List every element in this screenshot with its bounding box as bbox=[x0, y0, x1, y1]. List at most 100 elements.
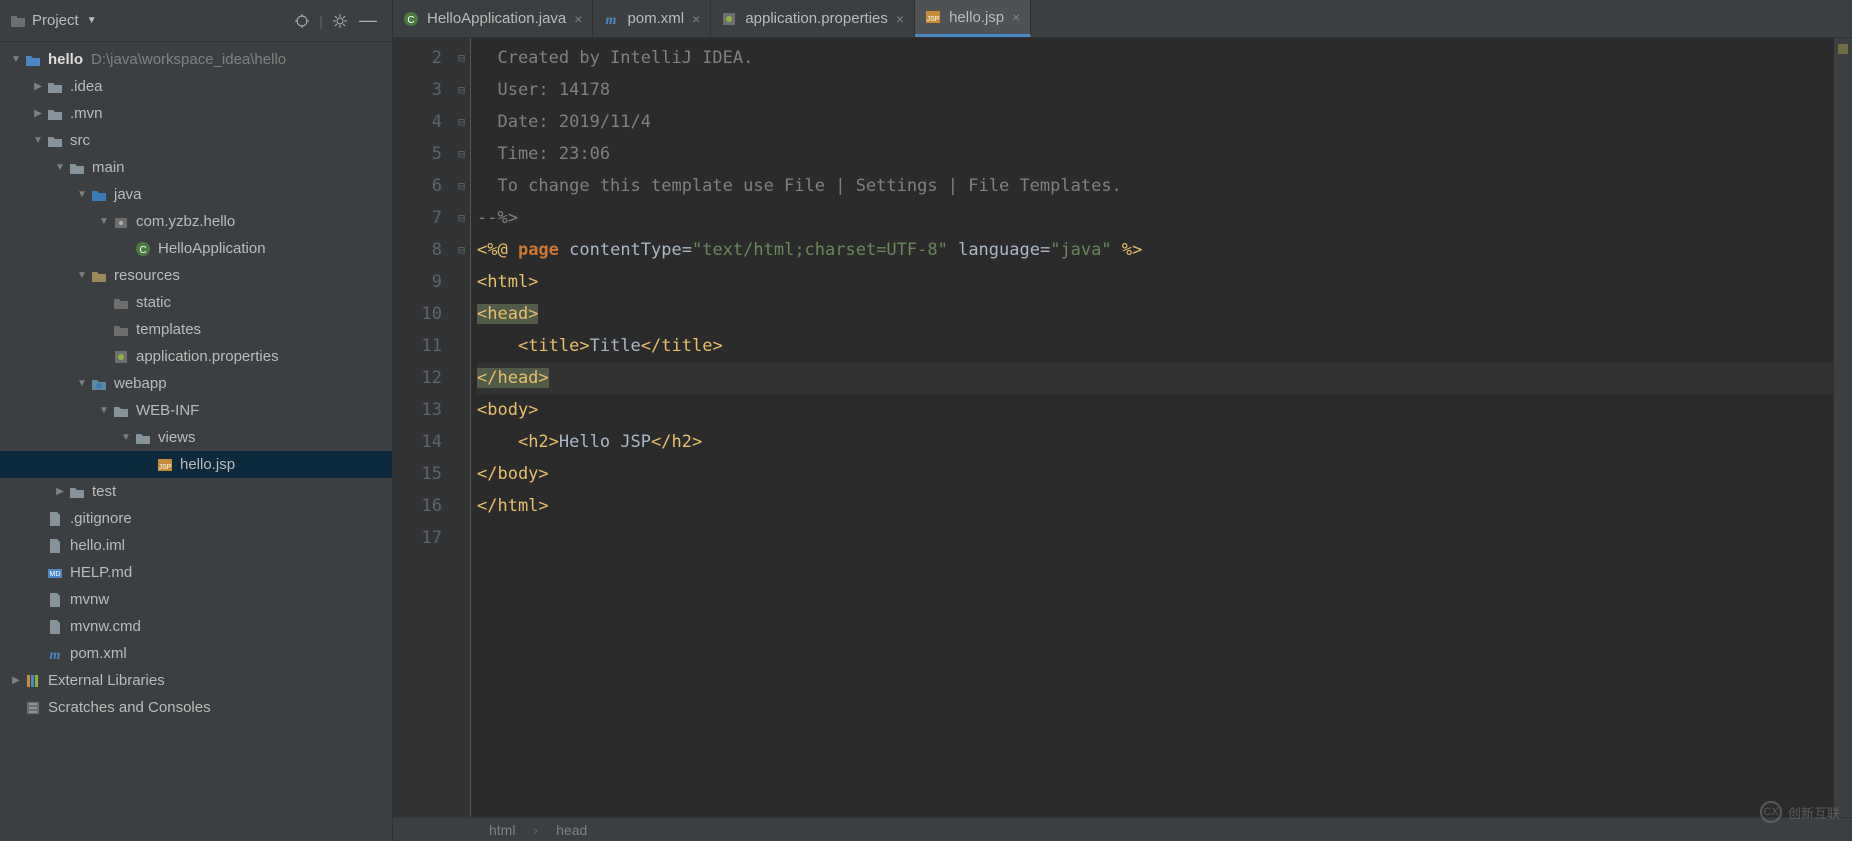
tree-item--gitignore[interactable]: .gitignore bbox=[0, 505, 392, 532]
tree-item-external-libraries[interactable]: ▶External Libraries bbox=[0, 667, 392, 694]
tree-item--mvn[interactable]: ▶.mvn bbox=[0, 100, 392, 127]
code-line[interactable]: </html> bbox=[477, 490, 1834, 522]
fold-mark[interactable]: ⊟ bbox=[453, 138, 470, 170]
line-number[interactable]: 8 bbox=[393, 234, 442, 266]
error-stripe[interactable] bbox=[1834, 38, 1852, 817]
tree-item-application-properties[interactable]: application.properties bbox=[0, 343, 392, 370]
fold-mark[interactable]: ⊟ bbox=[453, 74, 470, 106]
fold-mark[interactable]: ⊟ bbox=[453, 42, 470, 74]
line-number[interactable]: 17 bbox=[393, 522, 442, 554]
tree-item-web-inf[interactable]: ▼WEB-INF bbox=[0, 397, 392, 424]
settings-button[interactable] bbox=[326, 7, 354, 35]
tab-hello-jsp[interactable]: JSPhello.jsp× bbox=[915, 0, 1031, 37]
tree-item-pom-xml[interactable]: mpom.xml bbox=[0, 640, 392, 667]
code-line[interactable]: User: 14178 bbox=[477, 74, 1834, 106]
line-number[interactable]: 5 bbox=[393, 138, 442, 170]
tree-arrow-icon[interactable]: ▼ bbox=[118, 432, 134, 443]
breadcrumb-item[interactable]: head bbox=[556, 822, 587, 838]
line-number[interactable]: 15 bbox=[393, 458, 442, 490]
tree-item-hello-iml[interactable]: hello.iml bbox=[0, 532, 392, 559]
fold-mark[interactable]: ⊟ bbox=[453, 202, 470, 234]
code-line[interactable]: Created by IntelliJ IDEA. bbox=[477, 42, 1834, 74]
tree-arrow-icon[interactable]: ▼ bbox=[74, 189, 90, 200]
tab-pom-xml[interactable]: mpom.xml× bbox=[593, 0, 711, 37]
tree-arrow-icon[interactable]: ▼ bbox=[74, 270, 90, 281]
line-number[interactable]: 13 bbox=[393, 394, 442, 426]
tree-item-hello[interactable]: ▼helloD:\java\workspace_idea\hello bbox=[0, 46, 392, 73]
code-editor[interactable]: Created by IntelliJ IDEA. User: 14178 Da… bbox=[471, 38, 1834, 817]
close-icon[interactable]: × bbox=[692, 11, 700, 27]
fold-mark[interactable]: ⊟ bbox=[453, 106, 470, 138]
breadcrumb-item[interactable]: html bbox=[489, 822, 515, 838]
code-line[interactable]: Time: 23:06 bbox=[477, 138, 1834, 170]
tree-item-label: hello.iml bbox=[70, 537, 125, 554]
line-number[interactable]: 14 bbox=[393, 426, 442, 458]
tree-arrow-icon[interactable]: ▶ bbox=[30, 81, 46, 92]
line-number[interactable]: 12 bbox=[393, 362, 442, 394]
tree-item-mvnw-cmd[interactable]: mvnw.cmd bbox=[0, 613, 392, 640]
gear-icon bbox=[332, 13, 348, 29]
tree-arrow-icon[interactable]: ▼ bbox=[52, 162, 68, 173]
code-line[interactable]: --%> bbox=[477, 202, 1834, 234]
breadcrumb-bar[interactable]: html › head bbox=[393, 817, 1852, 841]
fold-mark[interactable]: ⊟ bbox=[453, 170, 470, 202]
code-line[interactable]: To change this template use File | Setti… bbox=[477, 170, 1834, 202]
close-icon[interactable]: × bbox=[574, 11, 582, 27]
line-number[interactable]: 10 bbox=[393, 298, 442, 330]
tree-arrow-icon[interactable]: ▼ bbox=[8, 54, 24, 65]
fold-mark[interactable]: ⊟ bbox=[453, 234, 470, 266]
locate-button[interactable] bbox=[288, 7, 316, 35]
line-number[interactable]: 6 bbox=[393, 170, 442, 202]
code-line[interactable]: <title>Title</title> bbox=[477, 330, 1834, 362]
project-selector[interactable]: Project ▼ bbox=[10, 12, 97, 29]
fold-column[interactable]: ⊟⊟⊟⊟⊟⊟⊟ bbox=[453, 38, 471, 817]
line-number[interactable]: 2 bbox=[393, 42, 442, 74]
line-number-gutter[interactable]: 234567891011121314151617 bbox=[393, 38, 453, 817]
tree-item-resources[interactable]: ▼resources bbox=[0, 262, 392, 289]
code-line[interactable]: <head> bbox=[477, 298, 1834, 330]
line-number[interactable]: 7 bbox=[393, 202, 442, 234]
line-number[interactable]: 3 bbox=[393, 74, 442, 106]
tree-arrow-icon[interactable]: ▼ bbox=[30, 135, 46, 146]
tree-arrow-icon[interactable]: ▼ bbox=[74, 378, 90, 389]
collapse-button[interactable]: — bbox=[354, 7, 382, 35]
tree-item-views[interactable]: ▼views bbox=[0, 424, 392, 451]
code-line[interactable]: <%@ page contentType="text/html;charset=… bbox=[477, 234, 1834, 266]
tree-item--idea[interactable]: ▶.idea bbox=[0, 73, 392, 100]
tab-helloapplication-java[interactable]: CHelloApplication.java× bbox=[393, 0, 593, 37]
tree-item-static[interactable]: static bbox=[0, 289, 392, 316]
tree-item-hello-jsp[interactable]: JSPhello.jsp bbox=[0, 451, 392, 478]
code-line[interactable]: <body> bbox=[477, 394, 1834, 426]
tree-arrow-icon[interactable]: ▶ bbox=[8, 675, 24, 686]
tree-item-webapp[interactable]: ▼webapp bbox=[0, 370, 392, 397]
tree-item-src[interactable]: ▼src bbox=[0, 127, 392, 154]
line-number[interactable]: 9 bbox=[393, 266, 442, 298]
code-line[interactable]: <h2>Hello JSP</h2> bbox=[477, 426, 1834, 458]
tree-item-java[interactable]: ▼java bbox=[0, 181, 392, 208]
close-icon[interactable]: × bbox=[896, 11, 904, 27]
tree-arrow-icon[interactable]: ▶ bbox=[30, 108, 46, 119]
line-number[interactable]: 11 bbox=[393, 330, 442, 362]
tree-item-test[interactable]: ▶test bbox=[0, 478, 392, 505]
svg-text:MD: MD bbox=[50, 571, 61, 578]
code-line[interactable]: Date: 2019/11/4 bbox=[477, 106, 1834, 138]
tree-item-help-md[interactable]: MDHELP.md bbox=[0, 559, 392, 586]
line-number[interactable]: 16 bbox=[393, 490, 442, 522]
tree-arrow-icon[interactable]: ▶ bbox=[52, 486, 68, 497]
code-line[interactable]: <html> bbox=[477, 266, 1834, 298]
close-icon[interactable]: × bbox=[1012, 9, 1020, 25]
tree-item-helloapplication[interactable]: CHelloApplication bbox=[0, 235, 392, 262]
code-line[interactable]: </head> bbox=[477, 362, 1834, 394]
code-line[interactable]: </body> bbox=[477, 458, 1834, 490]
tab-application-properties[interactable]: application.properties× bbox=[711, 0, 915, 37]
tree-item-mvnw[interactable]: mvnw bbox=[0, 586, 392, 613]
tree-item-templates[interactable]: templates bbox=[0, 316, 392, 343]
project-tree[interactable]: ▼helloD:\java\workspace_idea\hello▶.idea… bbox=[0, 42, 392, 841]
tree-arrow-icon[interactable]: ▼ bbox=[96, 405, 112, 416]
tree-item-main[interactable]: ▼main bbox=[0, 154, 392, 181]
tree-item-scratches-and-consoles[interactable]: Scratches and Consoles bbox=[0, 694, 392, 721]
tree-arrow-icon[interactable]: ▼ bbox=[96, 216, 112, 227]
tree-item-com-yzbz-hello[interactable]: ▼com.yzbz.hello bbox=[0, 208, 392, 235]
code-line[interactable] bbox=[477, 522, 1834, 554]
line-number[interactable]: 4 bbox=[393, 106, 442, 138]
